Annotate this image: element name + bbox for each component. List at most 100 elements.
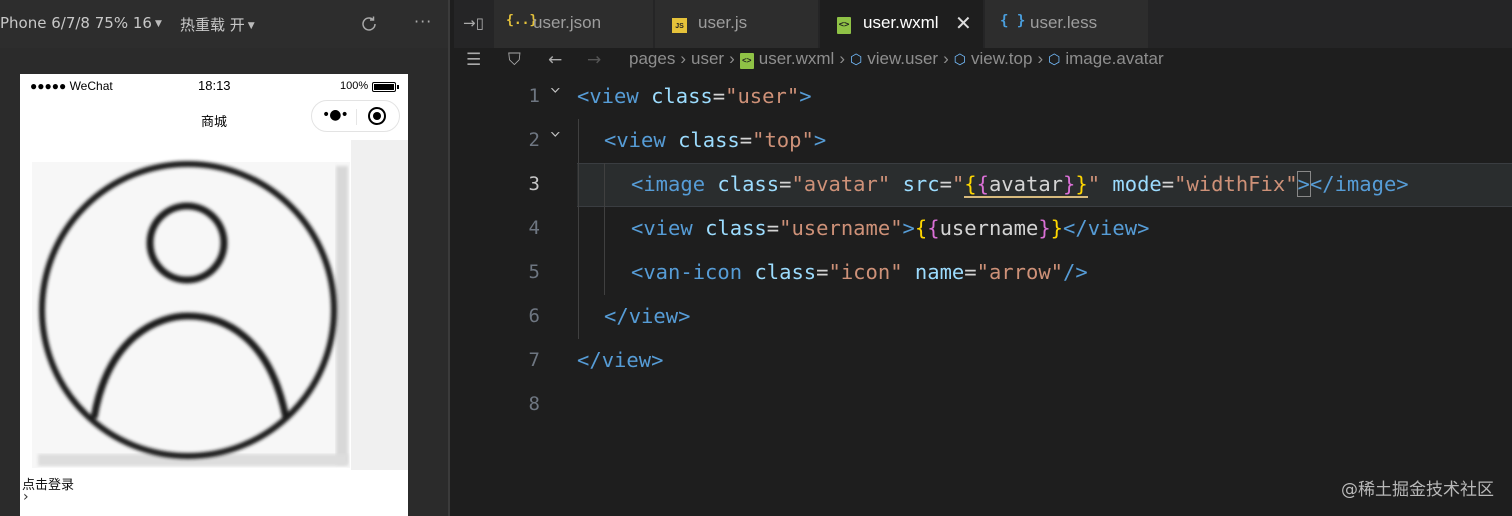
- split-editor-icon[interactable]: →▯: [463, 14, 484, 32]
- close-target-icon[interactable]: [368, 107, 386, 125]
- back-arrow-icon[interactable]: ←: [548, 50, 562, 70]
- nav-bar: 商城 •●•: [20, 96, 408, 140]
- page-body: 点击登录 ›: [20, 140, 408, 516]
- line-number: 5: [528, 261, 540, 283]
- line-number: 4: [528, 217, 540, 239]
- battery-icon: [372, 82, 399, 92]
- attr-value: "top": [752, 128, 814, 152]
- line-number: 8: [528, 393, 540, 415]
- breadcrumb-item[interactable]: user: [691, 49, 724, 68]
- mustache-expression: avatar: [988, 172, 1064, 196]
- breadcrumb-item[interactable]: image.avatar: [1065, 49, 1163, 68]
- line-number: 2: [528, 129, 540, 151]
- forward-arrow-icon[interactable]: →: [587, 50, 601, 70]
- code-line: 5 <van-icon class="icon" name="arrow"/>: [454, 251, 1512, 295]
- carrier-label: ●●●●● WeChat: [30, 79, 113, 93]
- tab-user-js[interactable]: JS user.js: [655, 0, 819, 48]
- attr-value: "user": [725, 84, 800, 108]
- breadcrumb-item[interactable]: pages: [629, 49, 675, 68]
- attr-name: name: [914, 260, 965, 284]
- refresh-icon[interactable]: [359, 14, 379, 34]
- js-file-icon: JS: [672, 16, 687, 33]
- tab-user-wxml[interactable]: <> user.wxml ✕: [820, 0, 984, 48]
- more-dots-icon[interactable]: •●•: [322, 107, 349, 123]
- tag-name: image: [1334, 172, 1397, 196]
- simulator-panel: Phone 6/7/8 75% 16 ▼ 热重载 开 ▼ ··· ●●●●● WeC…: [0, 0, 450, 516]
- breadcrumb-item[interactable]: user.wxml: [759, 49, 835, 68]
- fold-chevron-icon[interactable]: ⌄: [549, 123, 561, 139]
- list-icon[interactable]: ☰: [466, 50, 481, 70]
- tab-label: user.less: [1030, 13, 1098, 32]
- device-label: Phone 6/7/8 75% 16: [0, 14, 152, 32]
- line-number: 1: [528, 85, 540, 107]
- attr-name: class: [678, 128, 740, 152]
- code-area[interactable]: 1 ⌄ <view class="user"> 2 ⌄ <view class=…: [454, 75, 1512, 516]
- chevron-down-icon: ▼: [154, 19, 162, 29]
- status-bar: ●●●●● WeChat 18:13 100%: [20, 74, 408, 96]
- tab-label: user.js: [698, 13, 748, 32]
- background-strip: [351, 140, 408, 470]
- breadcrumb-item[interactable]: view.top: [971, 49, 1032, 68]
- tab-user-less[interactable]: { } user.less: [985, 0, 1149, 48]
- status-time: 18:13: [198, 78, 231, 93]
- attr-name: class: [717, 172, 780, 196]
- avatar-image[interactable]: [28, 156, 350, 472]
- code-line-current: 3 <image class="avatar" src="{{avatar}}"…: [454, 163, 1512, 207]
- code-line: 8: [454, 383, 1512, 427]
- code-line: 1 ⌄ <view class="user">: [454, 75, 1512, 119]
- attr-name: class: [651, 84, 713, 108]
- phone-screen: ●●●●● WeChat 18:13 100% 商城 •●• 点击登录 ›: [20, 74, 408, 516]
- wxml-file-icon: <>: [837, 15, 851, 34]
- tag-name: view: [643, 216, 693, 240]
- tag-name: view: [628, 304, 679, 328]
- mustache-expression: username: [939, 216, 1039, 240]
- watermark: @稀土掘金技术社区: [1341, 480, 1494, 500]
- code-line: 7 </view>: [454, 339, 1512, 383]
- capsule-divider: [356, 109, 357, 125]
- attr-value: "avatar": [791, 172, 891, 196]
- chevron-down-icon: ▼: [247, 21, 255, 31]
- line-number: 3: [528, 173, 540, 195]
- tag-name: van-icon: [643, 260, 743, 284]
- breadcrumb-bar: ☰ ⛉ ← → pages › user › <> user.wxml › ⬡ view.use…: [454, 48, 1512, 74]
- cube-icon: ⬡: [850, 51, 863, 67]
- tag-name: view: [616, 128, 666, 152]
- fold-chevron-icon[interactable]: ⌄: [549, 79, 561, 95]
- code-line: 2 ⌄ <view class="top">: [454, 119, 1512, 163]
- login-link[interactable]: 点击登录: [22, 474, 74, 493]
- hot-reload-toggle[interactable]: 热重载 开 ▼: [180, 14, 255, 35]
- code-line: 6 </view>: [454, 295, 1512, 339]
- attr-value: "widthFix": [1174, 172, 1298, 196]
- tab-label: user.wxml: [863, 13, 939, 32]
- close-icon[interactable]: ✕: [955, 11, 972, 35]
- wxml-file-icon: <>: [739, 53, 754, 69]
- attr-name: src: [902, 172, 940, 196]
- arrow-right-icon[interactable]: ›: [23, 489, 29, 505]
- tag-name: view: [1087, 216, 1138, 240]
- miniprogram-capsule: •●•: [311, 100, 400, 132]
- cube-icon: ⬡: [1048, 51, 1061, 67]
- attr-name: class: [754, 260, 817, 284]
- tag-name: image: [643, 172, 706, 196]
- panel-divider[interactable]: [448, 0, 450, 516]
- more-icon[interactable]: ···: [414, 12, 432, 31]
- device-select[interactable]: Phone 6/7/8 75% 16 ▼: [0, 14, 162, 32]
- simulator-toolbar: Phone 6/7/8 75% 16 ▼ 热重载 开 ▼ ···: [0, 0, 450, 48]
- breadcrumb-item[interactable]: view.user: [867, 49, 938, 68]
- breadcrumb: pages › user › <> user.wxml › ⬡ view.user › ⬡ view.…: [629, 49, 1164, 69]
- attr-value: "icon": [828, 260, 903, 284]
- tab-bar: →▯ {..} user.json JS user.js <> user.wxm…: [454, 0, 1512, 48]
- less-file-icon: { }: [1000, 13, 1026, 29]
- bookmark-icon[interactable]: ⛉: [508, 50, 521, 70]
- code-line: 4 <view class="username">{{username}}</v…: [454, 207, 1512, 251]
- hot-reload-label: 热重载 开: [180, 16, 245, 34]
- tab-user-json[interactable]: {..} user.json: [494, 0, 654, 48]
- tag-name: view: [589, 84, 639, 108]
- line-number: 6: [528, 305, 540, 327]
- tab-label: user.json: [533, 13, 602, 32]
- battery-percent: 100%: [340, 80, 369, 92]
- cube-icon: ⬡: [953, 51, 967, 67]
- attr-name: mode: [1112, 172, 1162, 196]
- attr-value: "arrow": [976, 260, 1064, 284]
- attr-name: class: [705, 216, 767, 240]
